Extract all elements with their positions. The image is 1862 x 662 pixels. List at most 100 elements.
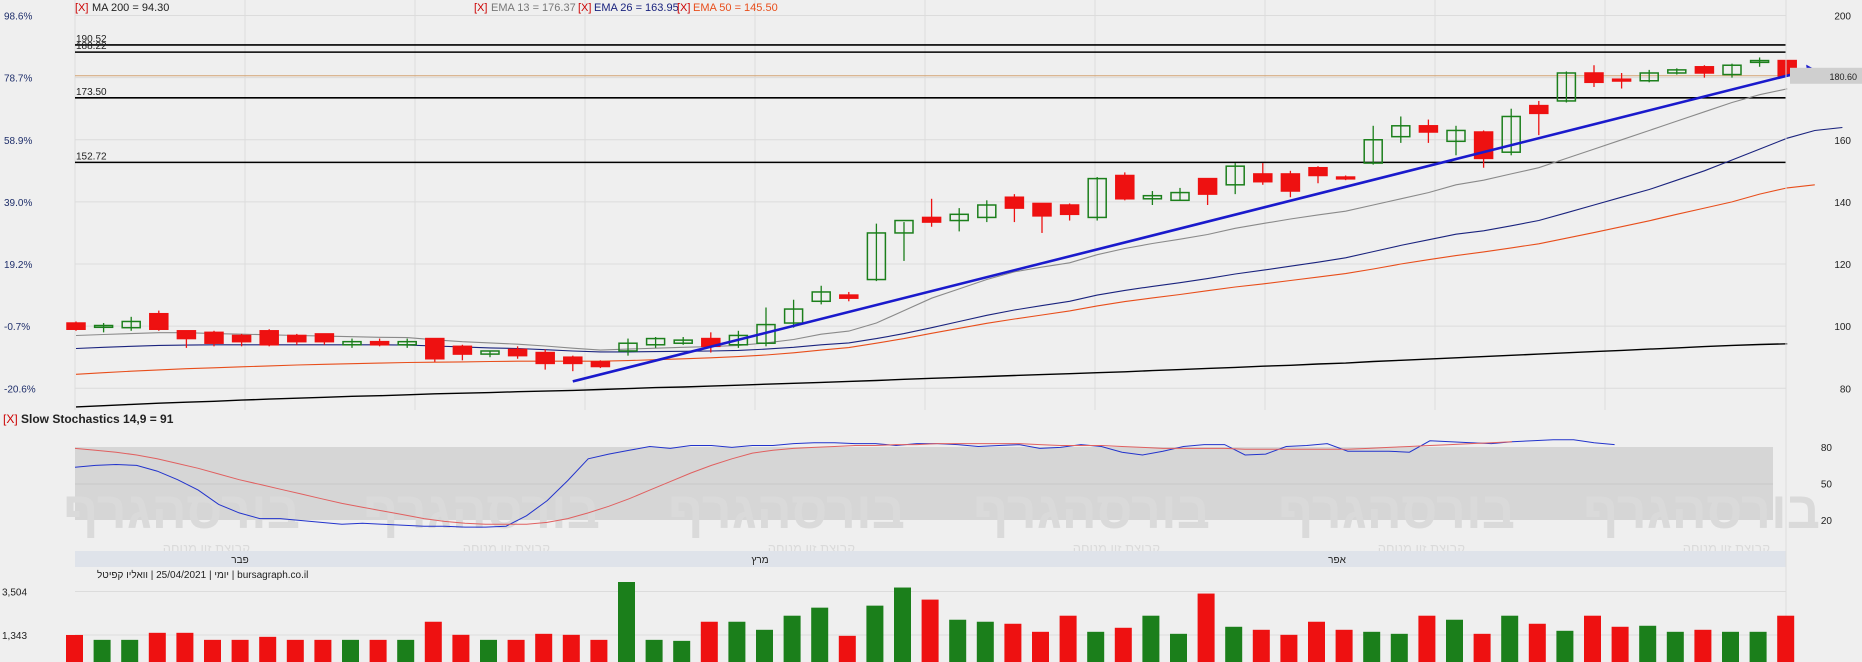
volume-bar-down (1114, 627, 1132, 662)
volume-bar-up (949, 619, 967, 662)
volume-bar-up (1501, 615, 1519, 662)
volume-bar-up (811, 607, 829, 662)
volume-bar-down (204, 639, 221, 662)
volume-bar-up (480, 639, 497, 662)
candle-down (1197, 177, 1218, 195)
candle-down (176, 330, 197, 340)
volume-bar-down (286, 639, 304, 662)
candle-down (452, 345, 473, 355)
price-tick: 100 (1834, 322, 1851, 333)
candle-down (1115, 174, 1135, 200)
volume-bar-down (148, 632, 166, 662)
candle-down (231, 334, 252, 343)
price-tick: 200 (1834, 12, 1851, 23)
volume-bar-down (590, 639, 608, 662)
percent-tick: -20.6% (4, 384, 36, 395)
volume-tick: 1,343 (2, 631, 27, 642)
volume-bar-up (783, 615, 801, 662)
percent-tick: 39.0% (4, 198, 32, 209)
volume-bar-down (1777, 615, 1795, 662)
candle-down (1004, 196, 1025, 209)
volume-bar-up (756, 629, 773, 662)
volume-bar-up (1087, 631, 1105, 662)
volume-bar-down (1004, 623, 1022, 662)
volume-bar-up (1556, 630, 1574, 662)
date-axis-bar (75, 551, 1786, 567)
volume-bar-up (1666, 631, 1684, 662)
volume-bar-down (1059, 615, 1077, 662)
volume-bar-up (1446, 619, 1463, 662)
volume-bar-down (1335, 629, 1353, 662)
candle-down (1529, 104, 1549, 115)
price-tick: 160 (1834, 136, 1851, 147)
horizontal-line-label: 152.72 (76, 151, 107, 162)
stoch-title: Slow Stochastics 14,9 = 91 (21, 412, 174, 426)
ema50-close-icon[interactable]: [X] (677, 2, 690, 14)
watermark-logo: בורסהגרף (1278, 482, 1515, 540)
candle-down (563, 356, 583, 365)
volume-bar-down (1473, 633, 1491, 662)
candle-down (921, 216, 942, 223)
volume-bar-up (1722, 631, 1739, 662)
volume-bar-down (1280, 634, 1298, 662)
ma200-close-icon[interactable]: [X] (75, 2, 88, 14)
volume-bar-down (562, 634, 580, 662)
volume-bar-up (1142, 615, 1160, 662)
horizontal-line-label: 173.50 (76, 87, 107, 98)
volume-bar-down (838, 635, 856, 662)
volume-bar-up (1390, 633, 1408, 662)
volume-bar-up (618, 582, 635, 662)
stoch-close-icon[interactable]: [X] (3, 412, 18, 426)
volume-bar-up (866, 605, 884, 662)
candle-down (1253, 173, 1273, 183)
volume-bar-up (728, 621, 746, 662)
volume-bar-down (1252, 629, 1270, 662)
volume-bar-up (121, 639, 139, 662)
volume-bar-down (1032, 631, 1049, 662)
volume-bar-up (976, 621, 994, 662)
volume-bar-down (507, 639, 525, 662)
volume-bar-down (369, 639, 387, 662)
price-tick: 140 (1834, 198, 1851, 209)
volume-bar-down (921, 599, 939, 662)
candle-down (287, 334, 307, 343)
candle-down (839, 294, 859, 299)
month-label: פבר (231, 555, 248, 566)
volume-bar-down (452, 634, 470, 662)
candle-down (1694, 66, 1715, 74)
month-label: מרץ (751, 555, 768, 566)
stoch-tick: 80 (1821, 443, 1833, 454)
candle-down (1418, 125, 1439, 133)
volume-bar-down (1528, 623, 1546, 662)
candle-down (259, 330, 279, 346)
volume-bar-up (673, 640, 691, 662)
candle-down (314, 333, 335, 343)
volume-bar-down (424, 621, 442, 662)
percent-tick: 98.6% (4, 12, 32, 23)
ema13-close-icon[interactable]: [X] (474, 2, 487, 14)
ema13-label: EMA 13 = 176.37 (491, 2, 576, 14)
stoch-tick: 50 (1821, 480, 1833, 491)
volume-bar-down (1418, 615, 1436, 662)
volume-bar-down (259, 636, 277, 662)
horizontal-line-label: 188.22 (76, 41, 107, 52)
watermark-logo: בורסהגרף (973, 482, 1210, 540)
percent-tick: 58.9% (4, 136, 32, 147)
percent-tick: 19.2% (4, 260, 32, 271)
ema26-close-icon[interactable]: [X] (578, 2, 591, 14)
ema26-label: EMA 26 = 163.95 (594, 2, 679, 14)
candle-down (535, 351, 555, 365)
watermark-logo: בורסהגרף (668, 482, 905, 540)
candle-down (1032, 202, 1052, 217)
ma200-label: MA 200 = 94.30 (92, 2, 169, 14)
volume-bar-down (1308, 621, 1325, 662)
volume-bar-down (176, 632, 194, 662)
month-label: אפר (1328, 555, 1346, 566)
volume-bar-down (66, 634, 83, 662)
last-price-label: 180.60 (1829, 72, 1857, 82)
candle-down (1280, 173, 1301, 192)
volume-bar-down (1584, 615, 1601, 662)
volume-bar-up (93, 639, 111, 662)
candle-down (1308, 166, 1328, 177)
volume-bar-up (894, 587, 911, 662)
